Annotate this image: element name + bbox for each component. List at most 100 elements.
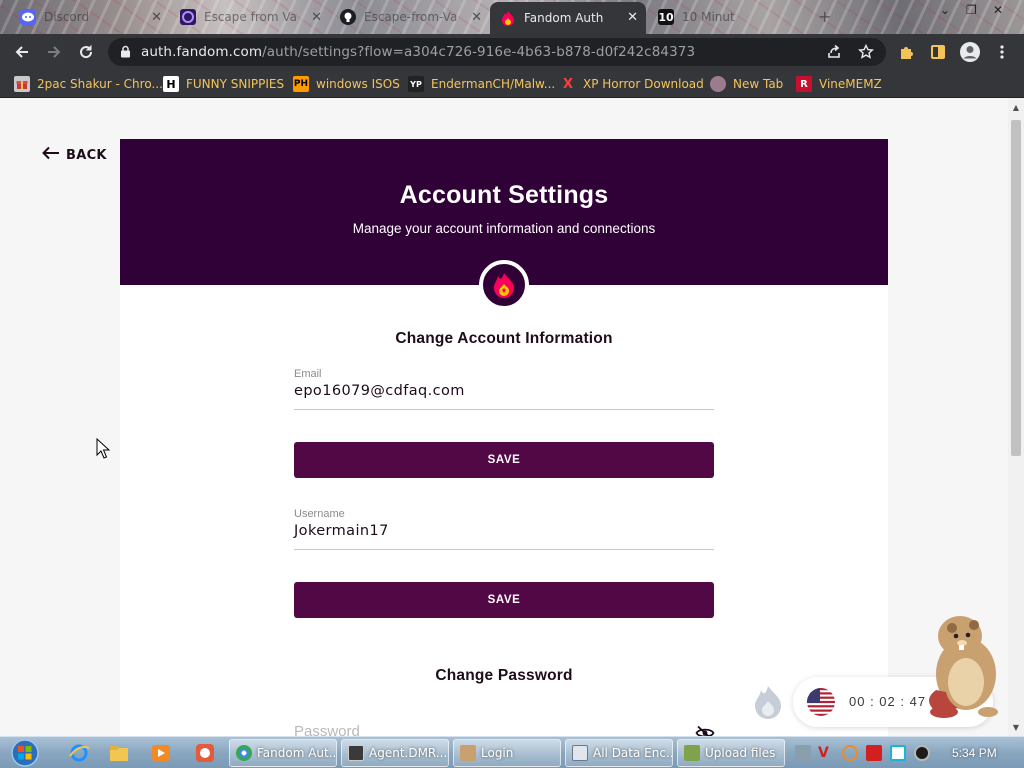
back-arrow-icon[interactable] <box>6 34 38 70</box>
tab-title: Escape-from-Va <box>364 10 458 24</box>
section-title-account: Change Account Information <box>395 330 613 347</box>
tray-search-icon[interactable] <box>842 745 858 761</box>
bookmark-endermanch[interactable]: YP EndermanCH/Malw... <box>408 75 555 93</box>
tray-v-icon[interactable]: V <box>818 745 834 761</box>
game-icon <box>180 9 196 25</box>
username-field[interactable]: Username Jokermain17 <box>294 508 714 550</box>
yp-logo-icon: YP <box>408 76 424 92</box>
page-viewport: BACK Account Settings Manage your accoun… <box>0 98 1008 736</box>
settings-card: Account Settings Manage your account inf… <box>120 139 888 736</box>
back-link[interactable]: BACK <box>42 146 107 164</box>
url-host: auth.fandom.com <box>141 44 263 60</box>
profile-avatar-icon[interactable] <box>954 34 986 70</box>
arrow-left-icon <box>42 146 60 164</box>
task-label: Agent.DMR... <box>369 746 448 760</box>
username-label: Username <box>294 508 345 520</box>
lock-icon[interactable] <box>120 43 131 62</box>
save-email-button[interactable]: SAVE <box>294 442 714 478</box>
star-icon[interactable] <box>850 34 882 70</box>
eye-slash-icon[interactable] <box>695 725 715 736</box>
tab-escape-from-va[interactable]: Escape from Va ✕ <box>170 2 330 32</box>
address-bar[interactable]: auth.fandom.com/auth/settings?flow=a304c… <box>108 38 886 66</box>
tray-red-app-icon[interactable] <box>866 745 882 761</box>
page-subtitle: Manage your account information and conn… <box>352 221 656 236</box>
page-title: Account Settings <box>399 181 609 209</box>
forward-arrow-icon[interactable] <box>38 34 70 70</box>
taskbar-clock[interactable]: 5:34 PM <box>952 746 997 760</box>
chevron-down-icon[interactable]: ⌄ <box>940 3 950 17</box>
task-label: Upload files <box>705 746 776 760</box>
side-panel-icon[interactable] <box>922 34 954 70</box>
file-explorer-icon[interactable] <box>108 742 130 764</box>
task-agent-dmr[interactable]: Agent.DMR... <box>341 739 449 767</box>
task-label: Fandom Aut... <box>257 746 337 760</box>
menu-kebab-icon[interactable] <box>986 34 1018 70</box>
email-label: Email <box>294 368 322 380</box>
vpn-flame-icon[interactable] <box>752 684 784 720</box>
ph-logo-icon: PH <box>293 76 309 92</box>
bookmark-label: XP Horror Download <box>583 77 704 91</box>
tray-monitor-icon[interactable] <box>890 745 906 761</box>
tab-10-minute[interactable]: 10 10 Minut <box>648 2 808 32</box>
bookmark-windows-isos[interactable]: PH windows ISOS <box>293 75 400 93</box>
password-field[interactable]: Password <box>294 723 715 736</box>
media-player-icon[interactable] <box>150 742 172 764</box>
fandom-flame-icon <box>500 10 516 26</box>
timer-readout: 00 : 02 : 47 <box>849 694 927 709</box>
mouse-cursor-icon <box>96 437 111 464</box>
start-orb-icon[interactable] <box>6 738 44 768</box>
tray-app-icon[interactable] <box>795 745 811 761</box>
reload-icon[interactable] <box>70 34 102 70</box>
new-tab-icon[interactable]: + <box>818 7 831 26</box>
login-app-icon <box>460 745 476 761</box>
task-fandom-auth[interactable]: Fandom Aut... <box>229 739 337 767</box>
github-icon <box>340 9 356 25</box>
bookmarks-bar: 2pac Shakur - Chro... H FUNNY SNIPPIES P… <box>0 70 1024 98</box>
window-app-icon <box>348 745 364 761</box>
task-login[interactable]: Login <box>453 739 561 767</box>
task-all-data-enc[interactable]: All Data Enc... <box>565 739 673 767</box>
bookmark-label: windows ISOS <box>316 77 400 91</box>
bookmark-label: New Tab <box>733 77 784 91</box>
bookmark-label: VineMEMZ <box>819 77 882 91</box>
share-icon[interactable] <box>818 34 850 70</box>
email-field[interactable]: Email epo16079@cdfaq.com <box>294 368 714 410</box>
h-logo-icon: H <box>163 76 179 92</box>
password-input[interactable]: Password <box>294 723 714 736</box>
bookmark-new-tab[interactable]: New Tab <box>710 75 783 93</box>
bookmark-2pac[interactable]: 2pac Shakur - Chro... <box>14 75 163 93</box>
bookmark-xp-horror[interactable]: X XP Horror Download <box>560 75 704 93</box>
close-window-icon[interactable]: ✕ <box>993 3 1003 17</box>
extensions-puzzle-icon[interactable] <box>890 34 922 70</box>
browser-toolbar: auth.fandom.com/auth/settings?flow=a304c… <box>0 34 1024 70</box>
tab-fandom-auth[interactable]: Fandom Auth ✕ <box>490 2 646 34</box>
close-icon[interactable]: ✕ <box>311 10 322 25</box>
scrollbar-thumb[interactable] <box>1011 120 1021 456</box>
tab-github[interactable]: Escape-from-Va ✕ <box>330 2 490 32</box>
windows-taskbar: Fandom Aut... Agent.DMR... Login All Dat… <box>0 736 1024 768</box>
internet-explorer-icon[interactable] <box>68 742 90 764</box>
username-input[interactable]: Jokermain17 <box>294 523 714 545</box>
close-icon[interactable]: ✕ <box>627 10 638 25</box>
close-icon[interactable]: ✕ <box>471 10 482 25</box>
bookmark-funny-snippies[interactable]: H FUNNY SNIPPIES <box>163 75 284 93</box>
task-upload-files[interactable]: Upload files <box>677 739 785 767</box>
restore-window-icon[interactable]: ❐ <box>966 3 977 17</box>
bookmark-label: FUNNY SNIPPIES <box>186 77 285 91</box>
notepad-icon <box>572 745 588 761</box>
close-icon[interactable]: ✕ <box>151 10 162 25</box>
scroll-up-icon[interactable]: ▲ <box>1008 100 1024 114</box>
save-username-button[interactable]: SAVE <box>294 582 714 618</box>
bookmark-label: EndermanCH/Malw... <box>431 77 556 91</box>
paint-app-icon[interactable] <box>194 742 216 764</box>
tab-discord[interactable]: Discord ✕ <box>10 2 170 32</box>
hamster-mascot-image <box>916 612 1016 722</box>
url-text: auth.fandom.com/auth/settings?flow=a304c… <box>141 44 695 60</box>
scroll-down-icon[interactable]: ▼ <box>1008 720 1024 734</box>
tray-circle-icon[interactable] <box>914 745 930 761</box>
back-label: BACK <box>66 147 107 163</box>
tab-title: Escape from Va <box>204 10 297 24</box>
email-input[interactable]: epo16079@cdfaq.com <box>294 383 714 405</box>
bookmark-vinememz[interactable]: R VineMEMZ <box>796 75 882 93</box>
us-flag-icon <box>807 688 835 716</box>
